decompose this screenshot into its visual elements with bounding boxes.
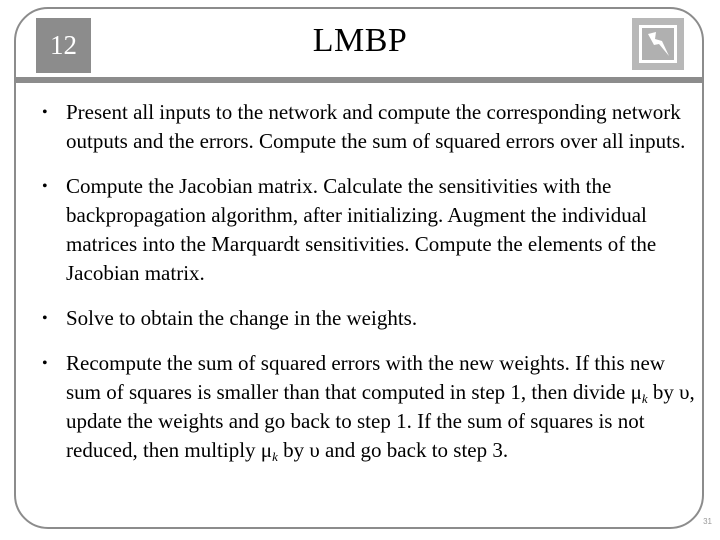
lightning-icon	[639, 25, 677, 63]
bullet-dot: •	[42, 355, 48, 372]
bullet-text: Compute the Jacobian matrix. Calculate t…	[66, 174, 657, 285]
slide-title: LMBP	[312, 22, 408, 59]
bullet-dot: •	[42, 104, 48, 121]
page-number: 31	[703, 517, 712, 526]
bullet-item: • Compute the Jacobian matrix. Calculate…	[38, 172, 698, 288]
title-divider	[14, 77, 704, 83]
mu-symbol: μ	[630, 380, 642, 404]
bullet-text: Recompute the sum of squared errors with…	[66, 351, 695, 464]
mu-symbol: μ	[260, 438, 273, 462]
bullet-item: • Recompute the sum of squared errors wi…	[38, 349, 698, 465]
logo	[632, 18, 684, 70]
bullet-text: Solve to obtain the change in the weight…	[66, 306, 418, 330]
bullet-item: • Present all inputs to the network and …	[38, 98, 698, 156]
bullet-text: Present all inputs to the network and co…	[66, 100, 686, 153]
bullet-list: • Present all inputs to the network and …	[38, 98, 698, 481]
bullet-dot: •	[42, 310, 48, 327]
bullet-dot: •	[42, 178, 48, 195]
bullet-item: • Solve to obtain the change in the weig…	[38, 304, 698, 333]
